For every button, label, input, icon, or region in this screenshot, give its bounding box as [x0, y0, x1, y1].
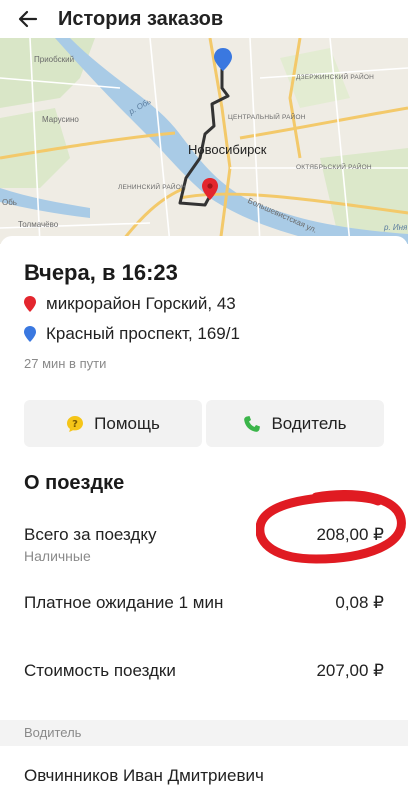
total-value: 208,00 ₽ [316, 525, 384, 544]
red-pin-icon [24, 296, 36, 312]
route-map[interactable]: Приобский Марусино Обь Толмачёво ЛЕНИНСК… [0, 38, 408, 244]
call-driver-label: Водитель [271, 413, 347, 433]
question-icon: ? [66, 415, 84, 433]
map-label-river-inya: р. Иня [384, 223, 408, 232]
trip-details-sheet: Вчера, в 16:23 микрорайон Горский, 43 Кр… [0, 236, 408, 800]
route-from: микрорайон Горский, 43 [24, 294, 236, 314]
phone-icon [243, 415, 261, 433]
cost-value: 207,00 ₽ [316, 661, 384, 680]
waiting-row: Платное ожидание 1 мин 0,08 ₽ [24, 592, 384, 614]
back-button[interactable] [16, 7, 40, 31]
map-label-oktyabrsky: ОКТЯБРЬСКИЙ РАЙОН [296, 164, 372, 171]
trip-duration: 27 мин в пути [24, 356, 107, 371]
to-address: Красный проспект, 169/1 [46, 324, 240, 343]
page-title: История заказов [58, 7, 224, 30]
total-label: Всего за поездку [24, 525, 157, 544]
map-label-dzerzhinsky: ДЗЕРЖИНСКИЙ РАЙОН [296, 74, 374, 81]
end-pin-icon [214, 48, 232, 71]
map-city-label: Новосибирск [188, 142, 267, 157]
from-address: микрорайон Горский, 43 [46, 294, 236, 313]
cost-row: Стоимость поездки 207,00 ₽ [24, 660, 384, 682]
trip-datetime: Вчера, в 16:23 [24, 260, 178, 285]
about-trip-heading: О поездке [24, 472, 125, 494]
app-header: История заказов [0, 0, 408, 38]
blue-pin-icon [24, 326, 36, 342]
cost-label: Стоимость поездки [24, 661, 176, 680]
payment-method: Наличные [24, 548, 91, 564]
driver-section-header: Водитель [0, 720, 408, 746]
arrow-left-icon [18, 10, 38, 28]
svg-text:?: ? [72, 419, 78, 430]
help-button[interactable]: ? Помощь [24, 400, 202, 447]
call-driver-button[interactable]: Водитель [206, 400, 384, 447]
total-row: Всего за поездку 208,00 ₽ [24, 524, 384, 546]
waiting-label: Платное ожидание 1 мин [24, 593, 224, 612]
action-buttons: ? Помощь Водитель [24, 400, 384, 447]
map-label-tolmachevo: Толмачёво [18, 220, 59, 229]
waiting-value: 0,08 ₽ [335, 593, 384, 612]
map-label-priobsky: Приобский [34, 55, 75, 64]
map-label-ob: Обь [2, 198, 17, 207]
map-label-central: ЦЕНТРАЛЬНЫЙ РАЙОН [228, 114, 306, 121]
driver-name: Овчинников Иван Дмитриевич [24, 766, 264, 785]
map-canvas [0, 38, 408, 244]
map-label-marusino: Марусино [42, 115, 79, 124]
map-label-leninsky: ЛЕНИНСКИЙ РАЙОН [118, 184, 186, 191]
route-to: Красный проспект, 169/1 [24, 324, 240, 344]
help-button-label: Помощь [94, 413, 160, 433]
